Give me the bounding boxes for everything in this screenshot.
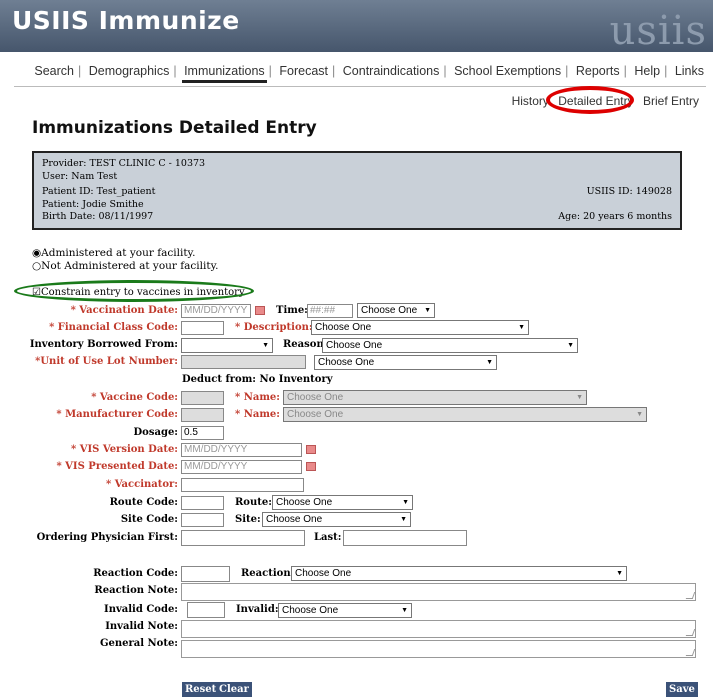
- time-input[interactable]: ##:##: [307, 304, 353, 318]
- age-text: Age: 20 years 6 months: [558, 211, 672, 222]
- user-text: User: Nam Test: [42, 171, 118, 182]
- not-administered-radio[interactable]: ○Not Administered at your facility.: [32, 260, 218, 272]
- birth-date-text: Birth Date: 08/11/1997: [42, 211, 154, 222]
- vaccinator-label: * Vaccinator:: [105, 479, 178, 490]
- reaction-note-textarea[interactable]: [181, 583, 696, 601]
- radio-checked-icon: ◉: [32, 247, 42, 259]
- nav-links[interactable]: Links: [673, 64, 706, 78]
- site-code-input[interactable]: [181, 513, 224, 527]
- general-note-label: General Note:: [99, 638, 178, 649]
- invalid-code-input[interactable]: [187, 602, 225, 618]
- nav-forecast[interactable]: Forecast: [277, 64, 330, 78]
- patient-name-text: Patient: Jodie Smithe: [42, 199, 144, 210]
- page-title: Immunizations Detailed Entry: [32, 118, 317, 138]
- route-code-label: Route Code:: [109, 497, 178, 508]
- app-title: USIIS Immunize: [12, 6, 240, 35]
- patient-id-text: Patient ID: Test_patient: [42, 186, 156, 197]
- inventory-borrowed-label: Inventory Borrowed From:: [29, 339, 178, 350]
- clear-button[interactable]: Clear: [216, 682, 252, 697]
- reason-select[interactable]: Choose One: [322, 338, 578, 353]
- nav-reports[interactable]: Reports: [574, 64, 622, 78]
- financial-class-label: * Financial Class Code:: [49, 322, 178, 333]
- site-select[interactable]: Choose One: [262, 512, 411, 527]
- description-label: * Description:: [235, 322, 313, 333]
- green-highlight-annotation: [14, 280, 254, 302]
- vaccine-code-input[interactable]: [181, 391, 224, 405]
- invalid-select[interactable]: Choose One: [278, 603, 412, 618]
- lot-number-label: *Unit of Use Lot Number:: [35, 356, 178, 367]
- provider-text: Provider: TEST CLINIC C - 10373: [42, 158, 206, 169]
- nav-school-exemptions[interactable]: School Exemptions: [452, 64, 563, 78]
- dosage-input[interactable]: 0.5: [181, 426, 224, 440]
- last-name-label: Last:: [314, 532, 342, 543]
- manufacturer-code-input[interactable]: [181, 408, 224, 422]
- ordering-physician-label: Ordering Physician First:: [36, 532, 178, 543]
- patient-info-box: Provider: TEST CLINIC C - 10373 User: Na…: [32, 151, 682, 230]
- ordering-physician-first-input[interactable]: [181, 530, 305, 546]
- subnav-brief-entry[interactable]: Brief Entry: [643, 94, 699, 108]
- vaccinator-input[interactable]: [181, 478, 304, 492]
- nav-search[interactable]: Search: [32, 64, 76, 78]
- vaccination-date-input[interactable]: MM/DD/YYYY: [181, 304, 251, 318]
- lot-number-input[interactable]: [181, 355, 306, 369]
- reaction-label: Reaction:: [241, 568, 295, 579]
- manufacturer-code-label: * Manufacturer Code:: [56, 409, 178, 420]
- reason-label: Reason:: [283, 339, 328, 350]
- vis-version-input[interactable]: MM/DD/YYYY: [181, 443, 302, 457]
- reaction-code-label: Reaction Code:: [93, 568, 178, 579]
- reaction-note-label: Reaction Note:: [94, 585, 178, 596]
- nav-immunizations[interactable]: Immunizations: [182, 64, 267, 83]
- invalid-label: Invalid:: [236, 604, 279, 615]
- app-banner: USIIS Immunize usiis: [0, 0, 713, 54]
- vaccine-name-select[interactable]: Choose One: [283, 390, 587, 405]
- invalid-note-textarea[interactable]: [181, 620, 696, 638]
- vis-presented-input[interactable]: MM/DD/YYYY: [181, 460, 302, 474]
- site-code-label: Site Code:: [120, 514, 178, 525]
- nav-demographics[interactable]: Demographics: [87, 64, 172, 78]
- general-note-textarea[interactable]: [181, 640, 696, 658]
- manufacturer-name-select[interactable]: Choose One: [283, 407, 647, 422]
- calendar-icon[interactable]: [255, 306, 265, 315]
- deduct-from-text: Deduct from: No Inventory: [182, 374, 333, 385]
- calendar-icon[interactable]: [306, 445, 316, 454]
- lot-number-select[interactable]: Choose One: [314, 355, 497, 370]
- vis-presented-label: * VIS Presented Date:: [56, 461, 178, 472]
- ordering-physician-last-input[interactable]: [343, 530, 467, 546]
- route-code-input[interactable]: [181, 496, 224, 510]
- subnav-history[interactable]: History: [512, 94, 549, 108]
- reaction-select[interactable]: Choose One: [291, 566, 627, 581]
- nav-help[interactable]: Help: [632, 64, 662, 78]
- calendar-icon[interactable]: [306, 462, 316, 471]
- reaction-code-input[interactable]: [181, 566, 230, 582]
- administered-radio[interactable]: ◉Administered at your facility.: [32, 247, 195, 259]
- route-select[interactable]: Choose One: [272, 495, 413, 510]
- usiis-logo: usiis: [609, 8, 707, 54]
- site-label: Site:: [235, 514, 261, 525]
- vaccine-code-label: * Vaccine Code:: [91, 392, 178, 403]
- inventory-borrowed-select[interactable]: [181, 338, 273, 353]
- main-nav: Search | Demographics | Immunizations | For…: [0, 64, 706, 83]
- manufacturer-name-label: * Name:: [235, 409, 280, 420]
- financial-class-input[interactable]: [181, 321, 224, 335]
- save-button[interactable]: Save: [666, 682, 698, 697]
- route-label: Route:: [235, 497, 272, 508]
- time-label: Time:: [276, 305, 308, 316]
- usiis-id-text: USIIS ID: 149028: [586, 186, 672, 197]
- vis-version-label: * VIS Version Date:: [71, 444, 178, 455]
- invalid-note-label: Invalid Note:: [105, 621, 178, 632]
- vaccination-date-label: * Vaccination Date:: [70, 305, 178, 316]
- reset-button[interactable]: Reset: [182, 682, 220, 697]
- red-highlight-annotation: [546, 86, 634, 114]
- dosage-label: Dosage:: [133, 427, 179, 438]
- invalid-code-label: Invalid Code:: [104, 604, 178, 615]
- description-select[interactable]: Choose One: [311, 320, 529, 335]
- vaccine-name-label: * Name:: [235, 392, 280, 403]
- time-select[interactable]: Choose One: [357, 303, 435, 318]
- radio-empty-icon: ○: [32, 260, 42, 272]
- nav-contraindications[interactable]: Contraindications: [341, 64, 442, 78]
